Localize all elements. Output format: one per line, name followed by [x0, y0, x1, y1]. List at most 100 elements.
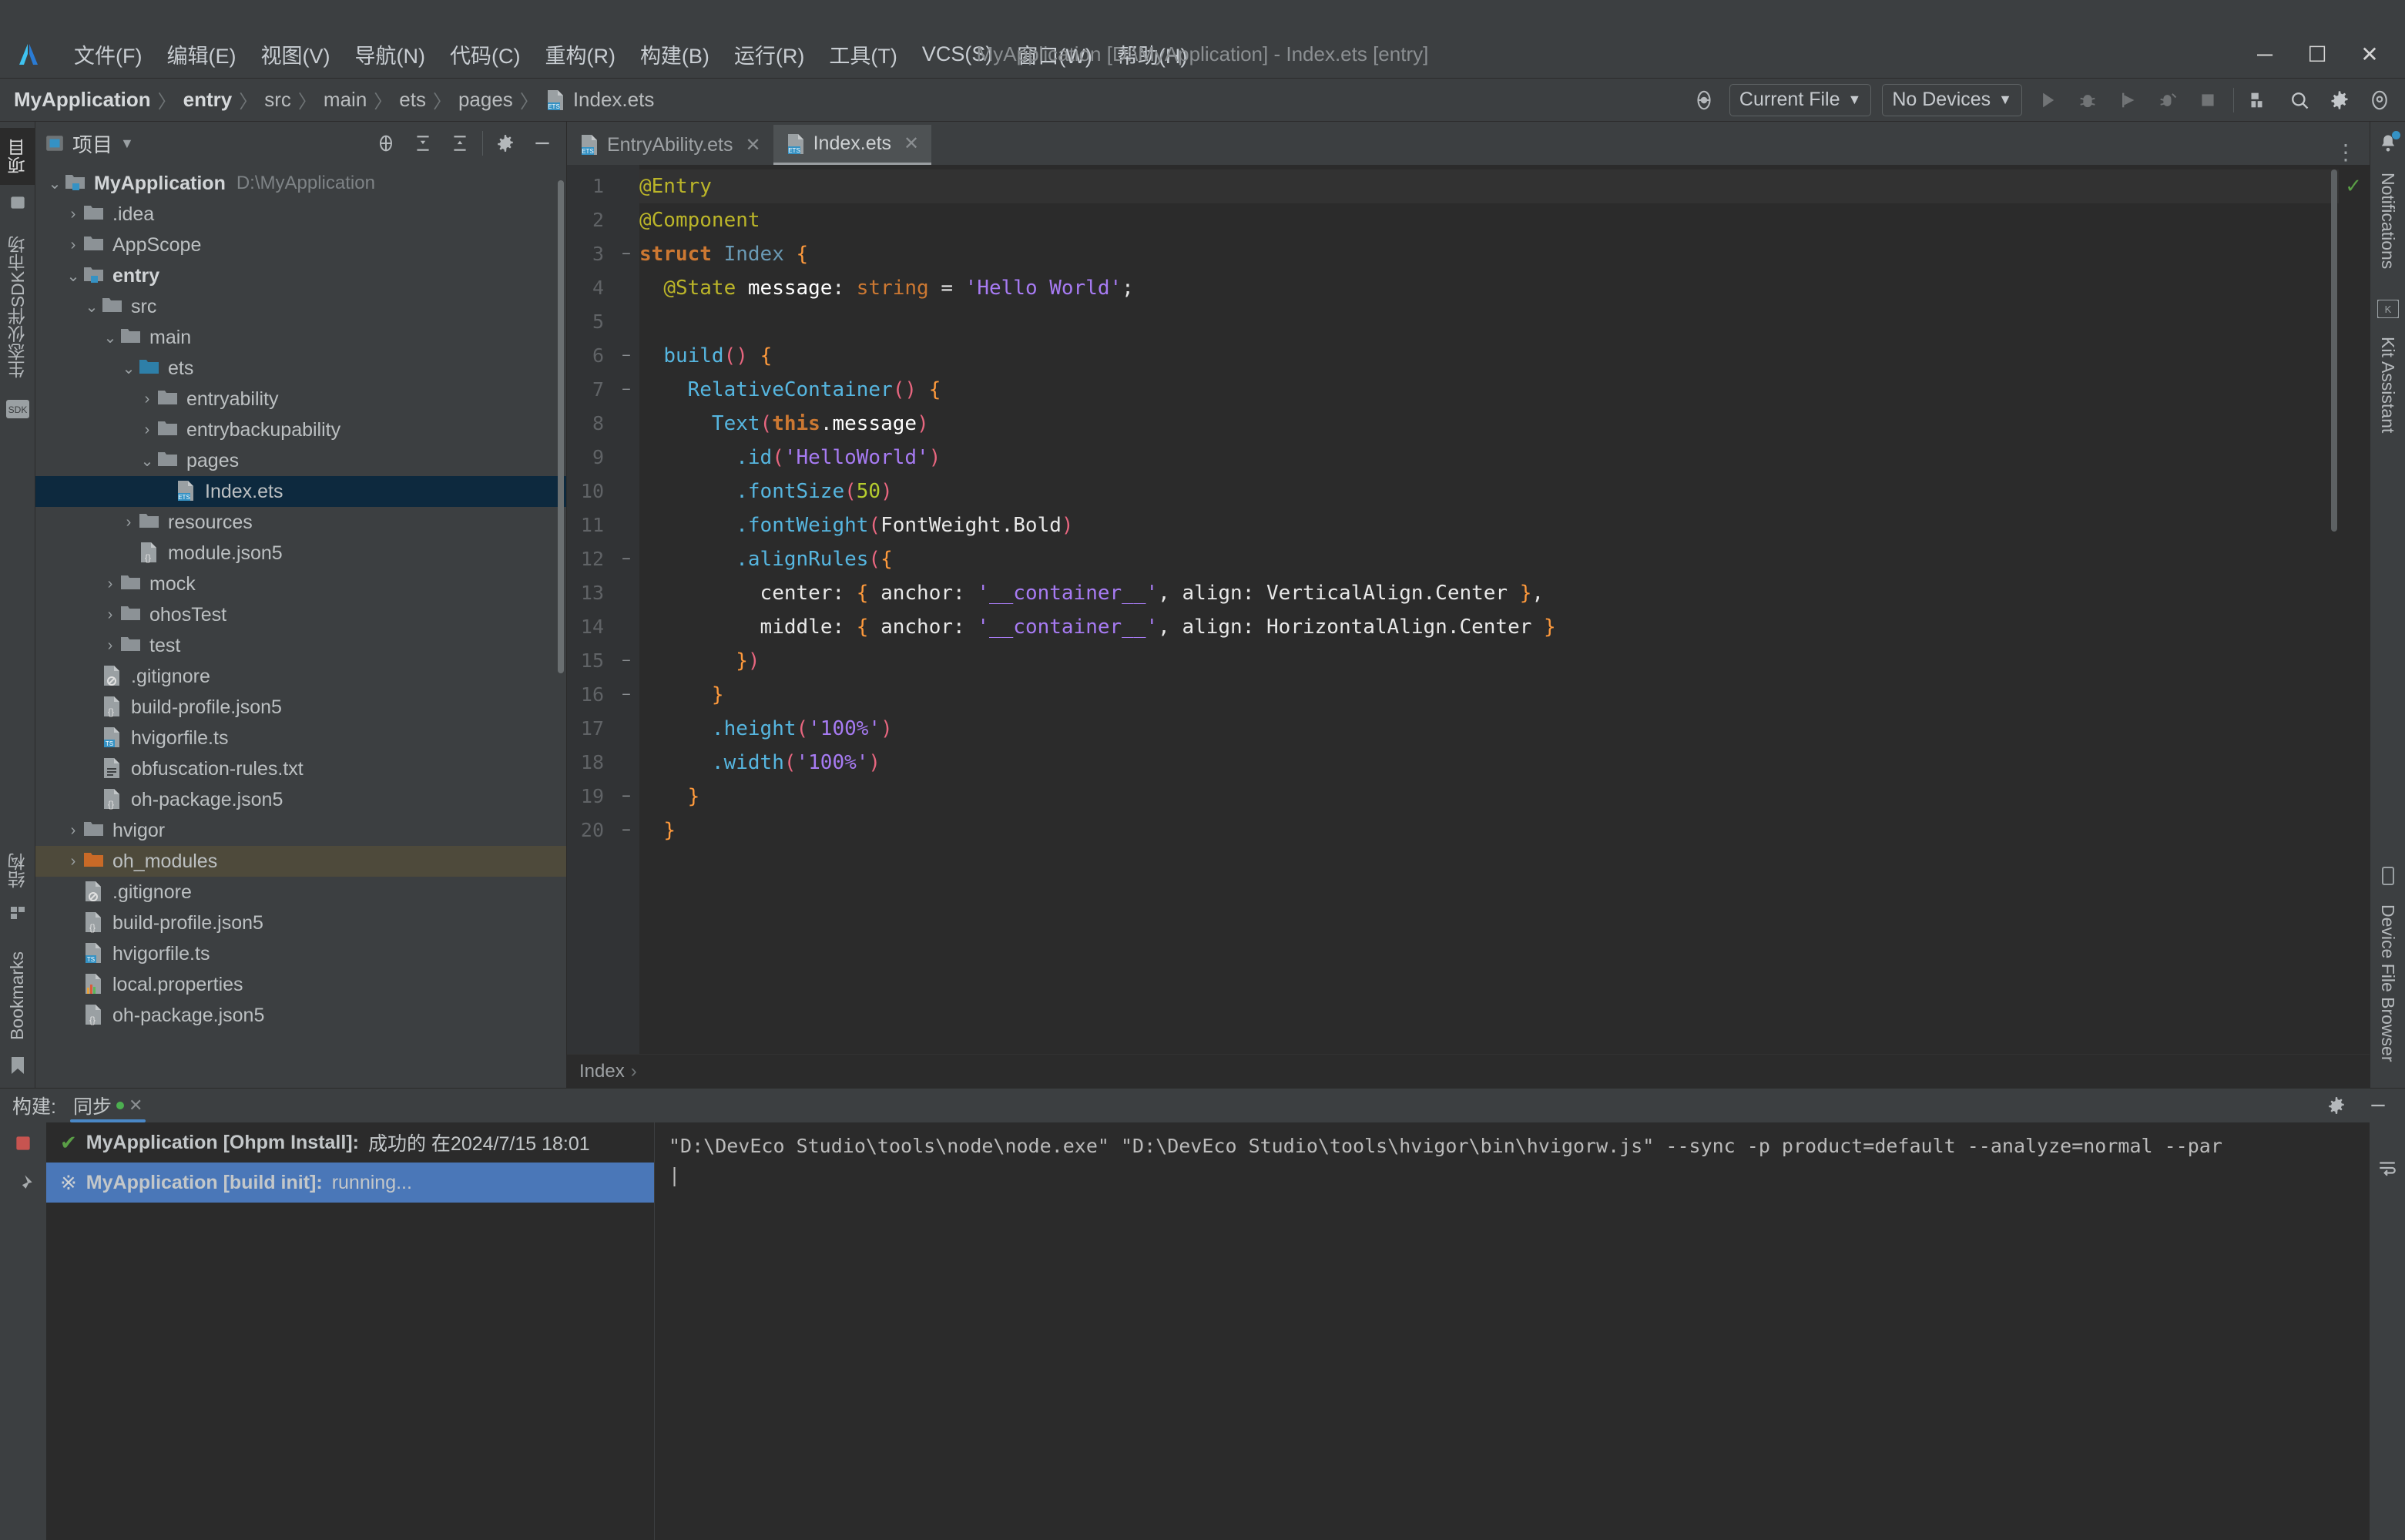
- fold-marker-icon[interactable]: −: [613, 373, 639, 407]
- chevron-down-icon[interactable]: ⌄: [137, 451, 157, 471]
- tree-node-appscope[interactable]: ›AppScope: [35, 230, 566, 260]
- chevron-right-icon[interactable]: ›: [63, 237, 83, 254]
- chevron-down-icon[interactable]: ⌄: [100, 328, 120, 347]
- settings-gear-icon[interactable]: [2325, 86, 2354, 115]
- stop-build-icon[interactable]: [13, 1133, 33, 1153]
- tree-node-entryability[interactable]: ›entryability: [35, 384, 566, 414]
- breadcrumb-item-4[interactable]: ets: [396, 88, 429, 112]
- breadcrumb-item-5[interactable]: pages: [455, 88, 516, 112]
- code-line[interactable]: }: [639, 780, 2339, 814]
- menu-item-5[interactable]: 重构(R): [532, 36, 627, 72]
- run-configuration-selector[interactable]: Current File ▼: [1729, 84, 1871, 116]
- chevron-right-icon[interactable]: ›: [100, 606, 120, 624]
- target-icon[interactable]: [1689, 86, 1719, 115]
- device-file-browser-icon[interactable]: [2379, 866, 2397, 886]
- code-line[interactable]: .fontWeight(FontWeight.Bold): [639, 508, 2339, 542]
- menu-item-7[interactable]: 运行(R): [722, 36, 817, 72]
- code-line[interactable]: .alignRules({: [639, 542, 2339, 576]
- chevron-down-icon[interactable]: ⌄: [119, 359, 139, 378]
- code-line[interactable]: .height('100%'): [639, 712, 2339, 746]
- code-line[interactable]: }): [639, 644, 2339, 678]
- menu-item-10[interactable]: 窗口(W): [1005, 36, 1104, 72]
- code-line[interactable]: RelativeContainer() {: [639, 373, 2339, 407]
- sidebar-item-bookmarks[interactable]: Bookmarks: [2, 941, 32, 1051]
- menu-item-0[interactable]: 文件(F): [62, 36, 154, 72]
- tree-node--gitignore[interactable]: .gitignore: [35, 661, 566, 692]
- hide-build-window-icon[interactable]: [2363, 1091, 2393, 1120]
- close-icon[interactable]: ✕: [129, 1095, 143, 1116]
- tree-node-hvigor[interactable]: ›hvigor: [35, 815, 566, 846]
- tree-node-main[interactable]: ⌄main: [35, 322, 566, 353]
- sidebar-item-notifications[interactable]: Notifications: [2373, 162, 2403, 280]
- tree-node-test[interactable]: ›test: [35, 630, 566, 661]
- code-line[interactable]: Text(this.message): [639, 407, 2339, 441]
- inspection-ok-icon[interactable]: ✓: [2345, 174, 2362, 198]
- breadcrumb-item-2[interactable]: src: [261, 88, 294, 112]
- chevron-right-icon[interactable]: ›: [137, 421, 157, 439]
- build-event-success[interactable]: ✔MyApplication [Ohpm Install]: 成功的 在2024…: [46, 1122, 654, 1163]
- breadcrumb-item-1[interactable]: entry: [180, 88, 236, 112]
- collapse-all-icon[interactable]: [445, 129, 475, 158]
- tree-node-oh-modules[interactable]: ›oh_modules: [35, 846, 566, 877]
- expand-all-icon[interactable]: [408, 129, 438, 158]
- tree-node-obfuscation-rules-txt[interactable]: obfuscation-rules.txt: [35, 753, 566, 784]
- chevron-right-icon[interactable]: ›: [63, 206, 83, 223]
- panel-settings-gear-icon[interactable]: [491, 129, 520, 158]
- structure-squares-icon[interactable]: [8, 904, 27, 922]
- code-line[interactable]: middle: { anchor: '__container__', align…: [639, 610, 2339, 644]
- tree-node-build-profile-json5[interactable]: {}build-profile.json5: [35, 908, 566, 938]
- menu-item-3[interactable]: 导航(N): [342, 36, 437, 72]
- code-line[interactable]: build() {: [639, 339, 2339, 373]
- tree-node-src[interactable]: ⌄src: [35, 291, 566, 322]
- fold-marker-icon[interactable]: −: [613, 644, 639, 678]
- code-folding-gutter[interactable]: −−−−−−−−: [613, 165, 639, 1054]
- breadcrumb-item-3[interactable]: main: [320, 88, 370, 112]
- chevron-down-icon[interactable]: ⌄: [82, 297, 102, 317]
- profile-icon[interactable]: [2153, 86, 2182, 115]
- run-icon[interactable]: [2033, 86, 2062, 115]
- chevron-right-icon[interactable]: ›: [119, 514, 139, 532]
- sidebar-item-structure[interactable]: 结构: [0, 842, 35, 899]
- tree-node-entry[interactable]: ⌄entry: [35, 260, 566, 291]
- editor-scrollbar[interactable]: [2331, 169, 2337, 532]
- attach-debugger-icon[interactable]: [2113, 86, 2142, 115]
- tree-node-module-json5[interactable]: {}module.json5: [35, 538, 566, 569]
- code-line[interactable]: .width('100%'): [639, 746, 2339, 780]
- device-selector[interactable]: No Devices ▼: [1882, 84, 2022, 116]
- tree-node-mock[interactable]: ›mock: [35, 569, 566, 599]
- structure-panel-icon[interactable]: [8, 193, 28, 213]
- breadcrumb-item-0[interactable]: MyApplication: [11, 88, 154, 112]
- chevron-down-icon[interactable]: ⌄: [63, 267, 83, 286]
- fold-marker-icon[interactable]: −: [613, 542, 639, 576]
- device-manager-icon[interactable]: [2245, 86, 2274, 115]
- tree-node-ets[interactable]: ⌄ets: [35, 353, 566, 384]
- sidebar-item-kit-assistant[interactable]: Kit Assistant: [2373, 326, 2403, 444]
- chevron-right-icon[interactable]: ›: [63, 853, 83, 871]
- menu-item-6[interactable]: 构建(B): [628, 36, 722, 72]
- build-event-running[interactable]: ※MyApplication [build init]: running...: [46, 1163, 654, 1203]
- menu-item-11[interactable]: 帮助(H): [1105, 36, 1199, 72]
- sdk-icon[interactable]: SDK: [6, 400, 29, 418]
- sidebar-item-project[interactable]: 项目: [0, 128, 35, 185]
- tree-node-local-properties[interactable]: local.properties: [35, 969, 566, 1000]
- build-settings-gear-icon[interactable]: [2322, 1091, 2351, 1120]
- close-tab-icon[interactable]: ✕: [745, 134, 760, 156]
- minimize-button[interactable]: ─: [2240, 33, 2289, 76]
- code-line[interactable]: .id('HelloWorld'): [639, 441, 2339, 475]
- tree-node-index-ets[interactable]: ETSIndex.ets: [35, 476, 566, 507]
- code-line[interactable]: [639, 305, 2339, 339]
- select-opened-file-icon[interactable]: [371, 129, 401, 158]
- code-line[interactable]: }: [639, 814, 2339, 847]
- tree-node-build-profile-json5[interactable]: {}build-profile.json5: [35, 692, 566, 723]
- tree-node--gitignore[interactable]: .gitignore: [35, 877, 566, 908]
- stop-icon[interactable]: [2193, 86, 2222, 115]
- notifications-bell-icon[interactable]: [2377, 133, 2399, 154]
- project-tree-scrollbar[interactable]: [558, 180, 564, 673]
- tree-node--idea[interactable]: ›.idea: [35, 199, 566, 230]
- tree-node-resources[interactable]: ›resources: [35, 507, 566, 538]
- chevron-right-icon[interactable]: ›: [100, 575, 120, 593]
- menu-item-9[interactable]: VCS(S): [910, 39, 1005, 69]
- close-tab-icon[interactable]: ✕: [904, 133, 919, 155]
- hide-panel-icon[interactable]: [528, 129, 557, 158]
- sidebar-item-sdk-market[interactable]: 生态伙伴SDK市场: [0, 225, 35, 389]
